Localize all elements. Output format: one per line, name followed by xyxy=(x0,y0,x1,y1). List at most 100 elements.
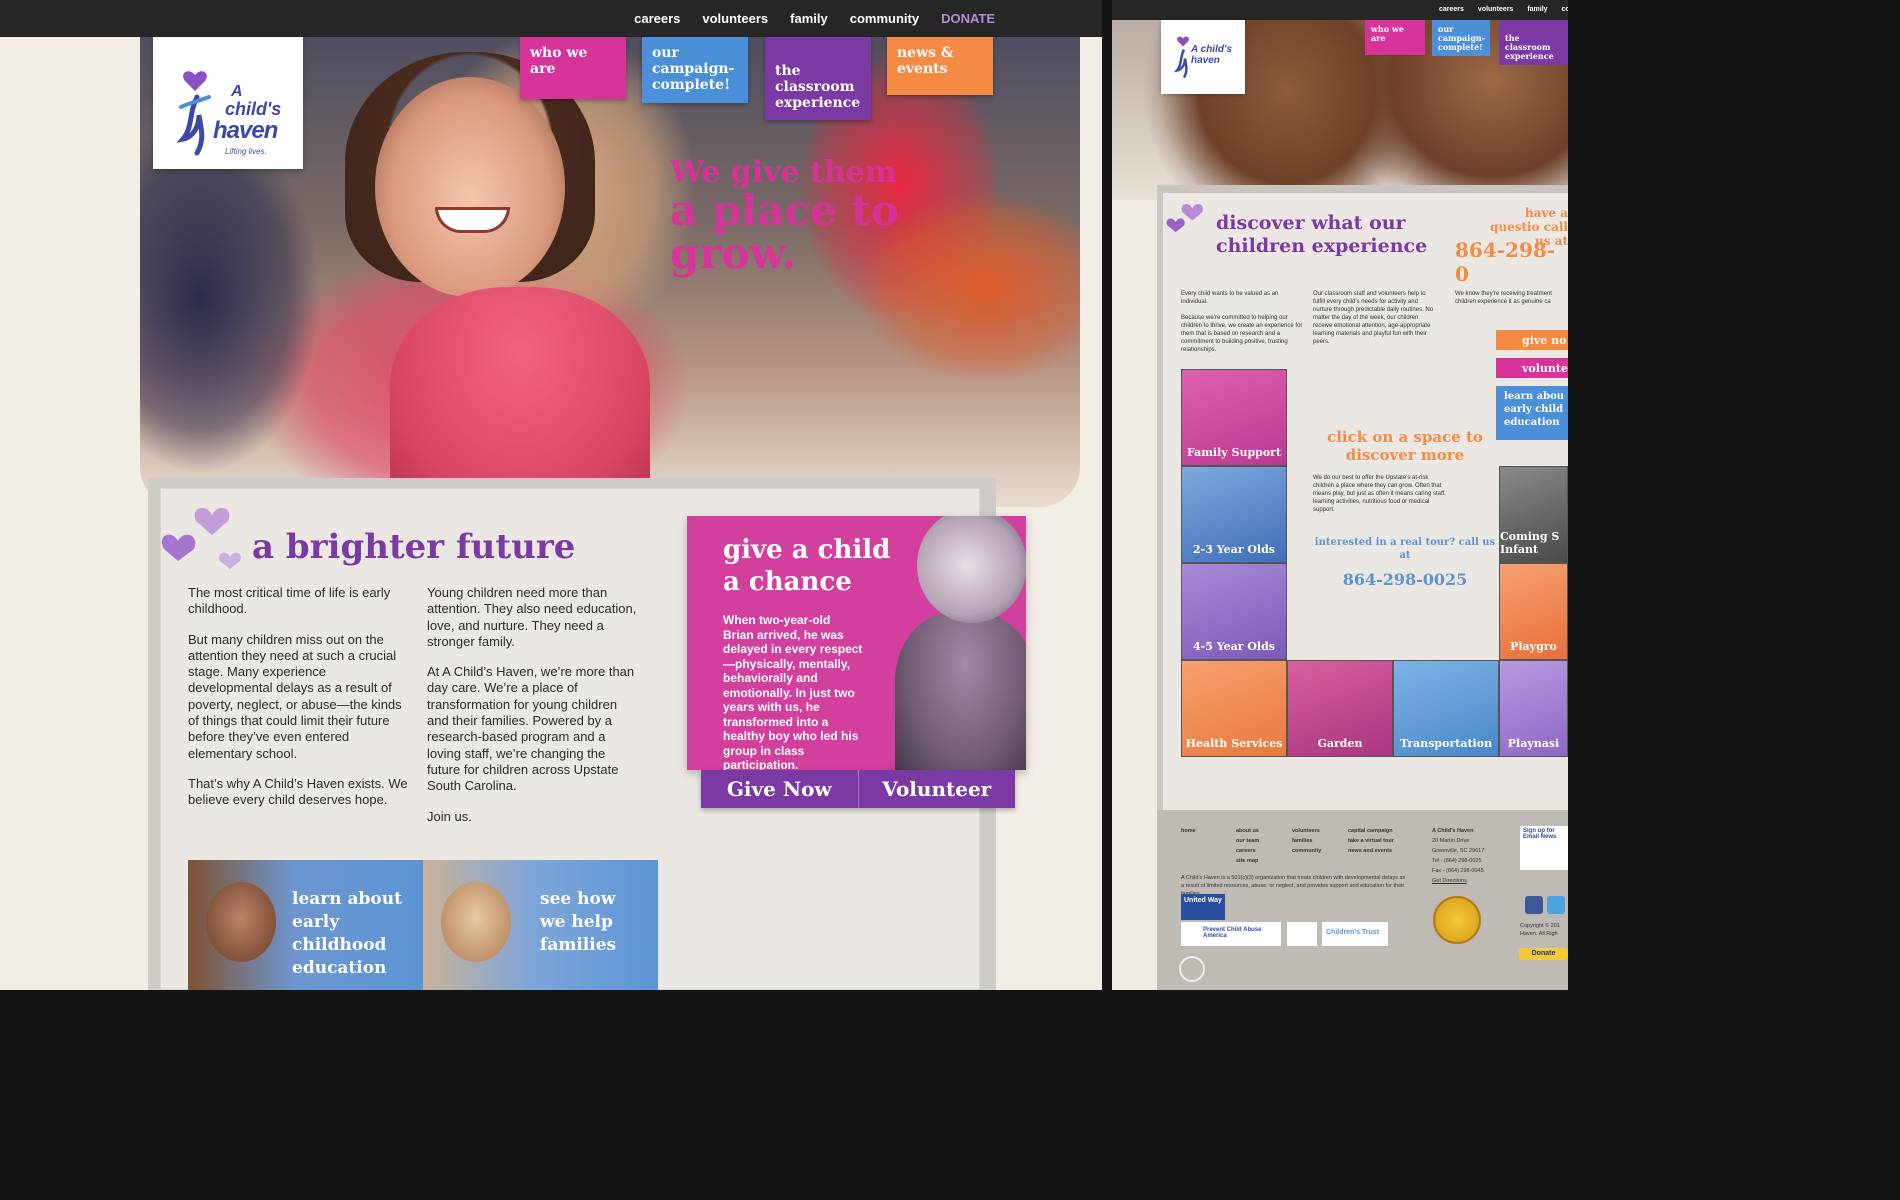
space-playground[interactable]: Playgro xyxy=(1499,563,1568,660)
nav-family[interactable]: family xyxy=(790,11,828,26)
volunteer-button[interactable]: Volunteer xyxy=(857,770,1016,808)
promo-label: learn about early childhood education xyxy=(292,889,402,978)
paragraph: But many children miss out on the attent… xyxy=(188,631,402,761)
footer-address: A Child’s Haven 20 Martin Drive Greenvil… xyxy=(1432,828,1485,886)
intro-text-2: Our classroom staff and volunteers help … xyxy=(1313,291,1434,345)
top-nav: careers volunteers family community DONA… xyxy=(0,0,1102,37)
space-playnasium[interactable]: Playnasi xyxy=(1499,660,1568,757)
paragraph: Join us. xyxy=(427,808,472,824)
girl-face xyxy=(375,77,565,297)
nav-community[interactable]: comm xyxy=(1562,6,1568,13)
space-transportation[interactable]: Transportation xyxy=(1393,660,1499,757)
get-directions-link[interactable]: Get Directions xyxy=(1432,876,1484,886)
footer-link[interactable]: careers xyxy=(1236,846,1259,856)
space-health-services[interactable]: Health Services xyxy=(1181,660,1287,757)
logo-text-haven: haven xyxy=(213,117,278,144)
footer-column-involve: volunteers families community xyxy=(1292,826,1321,856)
logo-figure-icon xyxy=(1173,36,1189,79)
partner-logo[interactable] xyxy=(1287,922,1317,946)
homepage-screenshot: careers volunteers family community DONA… xyxy=(0,0,1102,990)
logo-figure-icon xyxy=(176,71,211,156)
nav-donate[interactable]: DONATE xyxy=(941,11,995,26)
hearts-icon xyxy=(161,507,241,569)
promo-label: see how we help families xyxy=(540,889,617,955)
united-way-logo[interactable]: United Way xyxy=(1181,894,1225,920)
donate-button[interactable]: Donate xyxy=(1519,948,1568,960)
hearts-icon xyxy=(1166,204,1204,233)
tab-our-campaign[interactable]: our campaign-complete! xyxy=(1432,20,1490,56)
nav-community[interactable]: community xyxy=(850,11,919,26)
facebook-icon[interactable] xyxy=(1525,896,1543,914)
paragraph: Young children need more than attention.… xyxy=(427,585,637,649)
hero-headline: We give them a place to grow. xyxy=(670,155,899,278)
page-title: discover what our children experience xyxy=(1216,212,1428,257)
email-signup-box[interactable]: Sign up for Email News xyxy=(1520,826,1568,870)
carf-seal-icon xyxy=(1433,896,1481,944)
site-logo[interactable]: A child's haven Lifting lives. xyxy=(153,37,303,169)
promo-help-families[interactable]: see how we help families xyxy=(423,860,658,990)
space-garden[interactable]: Garden xyxy=(1287,660,1393,757)
paragraph: The most critical time of life is early … xyxy=(188,585,391,617)
space-2-3-year-olds[interactable]: 2-3 Year Olds xyxy=(1181,466,1287,563)
promo-early-education[interactable]: learn about early childhood education xyxy=(188,860,423,990)
give-a-child-panel: give a child a chance When two-year-old … xyxy=(687,516,1026,770)
give-action-bar: Give Now Volunteer xyxy=(701,770,1015,808)
give-story: When two-year-old Brian arrived, he was … xyxy=(723,613,863,770)
logo-tagline: Lifting lives. xyxy=(225,147,267,156)
baby-photo xyxy=(895,516,1026,770)
footer-link[interactable]: our team xyxy=(1236,836,1259,846)
headline-line-3: grow. xyxy=(670,229,797,278)
top-nav: careers volunteers family comm xyxy=(1112,0,1568,20)
nav-careers[interactable]: careers xyxy=(1439,6,1464,13)
girl-shirt xyxy=(390,287,650,507)
classroom-page-screenshot: careers volunteers family comm A child's… xyxy=(1112,0,1568,990)
headline-line-2: a place to xyxy=(670,186,899,235)
space-family-support[interactable]: Family Support xyxy=(1181,369,1287,466)
tab-news-events[interactable]: news & events xyxy=(887,37,993,95)
paragraph: That’s why A Child’s Haven exists. We be… xyxy=(188,775,408,808)
tab-classroom-experience[interactable]: the classroom experience xyxy=(1499,20,1568,65)
tab-who-we-are[interactable]: who we are xyxy=(520,37,626,99)
give-title-line-2: a chance xyxy=(723,567,852,597)
footer-link[interactable]: volunteers xyxy=(1292,826,1321,836)
classroom-space-grid: Family Support 2-3 Year Olds 4-5 Year Ol… xyxy=(1181,369,1568,762)
give-title: give a child a chance xyxy=(723,534,890,598)
tab-who-we-are[interactable]: who we are xyxy=(1365,20,1425,55)
logo-text: A child's haven xyxy=(1191,44,1232,66)
twitter-icon[interactable] xyxy=(1547,896,1565,914)
tab-classroom-experience[interactable]: the classroom experience xyxy=(765,37,871,120)
footer-link[interactable]: take a virtual tour xyxy=(1348,836,1394,846)
nav-family[interactable]: family xyxy=(1527,6,1547,13)
nav-volunteers[interactable]: volunteers xyxy=(702,11,768,26)
site-logo[interactable]: A child's haven xyxy=(1161,20,1245,94)
footer-column-campaign: capital campaign take a virtual tour new… xyxy=(1348,826,1394,856)
childrens-trust-logo[interactable]: Children’s Trust xyxy=(1322,922,1388,946)
prevent-child-abuse-logo[interactable]: Prevent Child Abuse America xyxy=(1181,922,1281,946)
intro-column-1: The most critical time of life is early … xyxy=(188,585,413,823)
footer-home-link[interactable]: home xyxy=(1181,826,1196,836)
nav-volunteers[interactable]: volunteers xyxy=(1478,6,1513,13)
footer-link[interactable]: community xyxy=(1292,846,1321,856)
footer-link[interactable]: families xyxy=(1292,836,1321,846)
space-4-5-year-olds[interactable]: 4-5 Year Olds xyxy=(1181,563,1287,660)
footer-link[interactable]: site map xyxy=(1236,856,1259,866)
paragraph: At A Child’s Haven, we’re more than day … xyxy=(427,664,635,794)
nav-careers[interactable]: careers xyxy=(634,11,680,26)
family-photo xyxy=(441,882,511,962)
seal-icon xyxy=(1179,956,1205,982)
footer-link[interactable]: about us xyxy=(1236,826,1259,836)
give-title-line-1: give a child xyxy=(723,535,891,565)
site-footer: home about us our team careers site map … xyxy=(1157,810,1568,990)
footer-link[interactable]: capital campaign xyxy=(1348,826,1394,836)
headline-line-1: We give them xyxy=(670,155,897,190)
intro-text-3: We know they’re receiving treatment chil… xyxy=(1455,291,1552,305)
section-title: a brighter future xyxy=(252,527,576,567)
space-coming-soon-infant[interactable]: Coming S Infant xyxy=(1499,466,1568,563)
give-now-button[interactable]: give no xyxy=(1496,330,1568,350)
intro-column-2: Young children need more than attention.… xyxy=(427,585,642,839)
tab-our-campaign[interactable]: our campaign-complete! xyxy=(642,37,748,103)
intro-text-1: Every child wants to be valued as an ind… xyxy=(1181,291,1303,353)
footer-link[interactable]: news and events xyxy=(1348,846,1394,856)
boy-photo xyxy=(206,882,276,962)
give-now-button[interactable]: Give Now xyxy=(701,770,858,808)
